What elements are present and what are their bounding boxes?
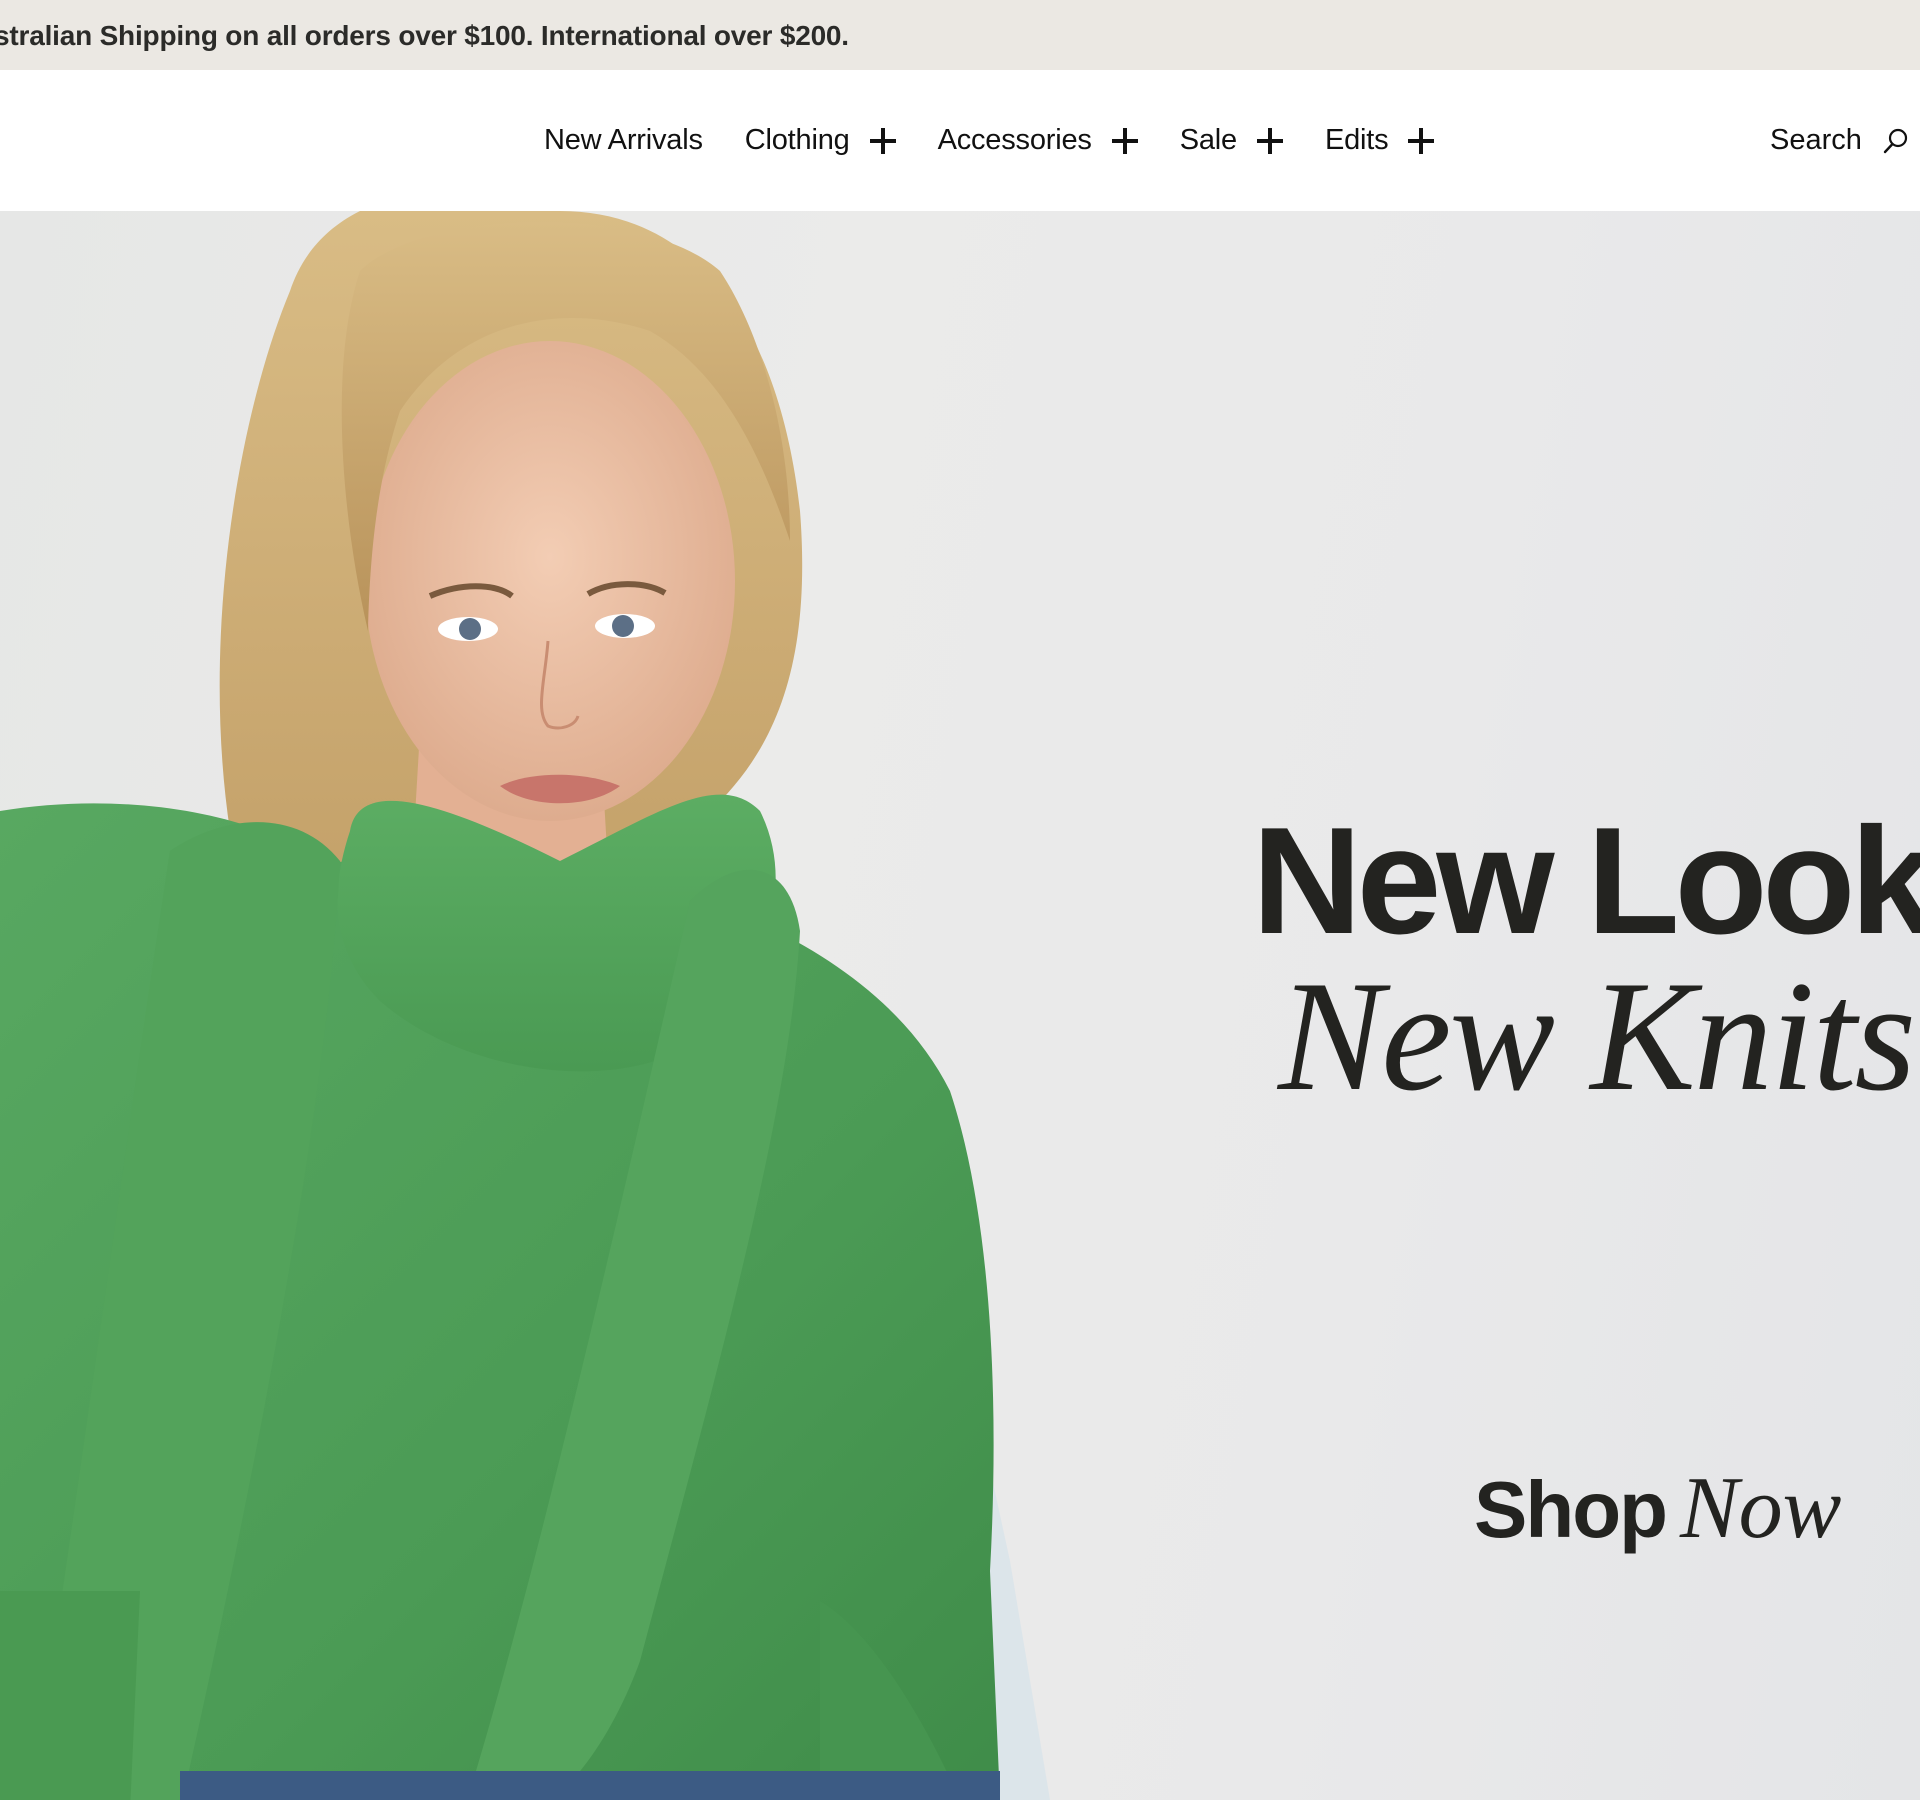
- plus-icon[interactable]: [869, 127, 896, 154]
- search-button[interactable]: Search: [1770, 70, 1910, 211]
- hero-model-image: [0, 211, 1050, 1800]
- plus-icon[interactable]: [1111, 127, 1138, 154]
- nav-item-clothing[interactable]: Clothing: [745, 124, 896, 157]
- nav-item-label: Edits: [1324, 124, 1389, 156]
- hero-banner[interactable]: New Look New Knits Shop Now: [0, 211, 1920, 1800]
- plus-icon[interactable]: [1256, 127, 1283, 154]
- nav-item-accessories[interactable]: Accessories: [938, 124, 1138, 157]
- shop-now-link[interactable]: Shop Now: [1474, 1458, 1841, 1559]
- shop-now-label-secondary: Now: [1679, 1460, 1842, 1557]
- nav-item-label: New Arrivals: [544, 124, 703, 156]
- announcement-bar: stralian Shipping on all orders over $10…: [0, 0, 1920, 70]
- nav-item-edits[interactable]: Edits: [1324, 124, 1435, 157]
- search-label: Search: [1770, 124, 1862, 156]
- announcement-text: stralian Shipping on all orders over $10…: [0, 20, 849, 51]
- site-header: New Arrivals Clothing Accessories Sale E…: [0, 70, 1920, 211]
- hero-headline-primary: New Look: [1252, 796, 1920, 966]
- search-icon: [1883, 128, 1907, 153]
- nav-item-label: Clothing: [744, 124, 850, 156]
- nav-item-label: Sale: [1179, 124, 1237, 156]
- nav-item-sale[interactable]: Sale: [1180, 124, 1283, 157]
- hero-headline-secondary: New Knits: [1278, 949, 1916, 1124]
- shop-now-label-primary: Shop: [1474, 1465, 1668, 1554]
- main-navigation: New Arrivals Clothing Accessories Sale E…: [544, 70, 1476, 211]
- nav-item-label: Accessories: [937, 124, 1092, 156]
- nav-item-new-arrivals[interactable]: New Arrivals: [544, 124, 703, 157]
- plus-icon[interactable]: [1408, 127, 1435, 154]
